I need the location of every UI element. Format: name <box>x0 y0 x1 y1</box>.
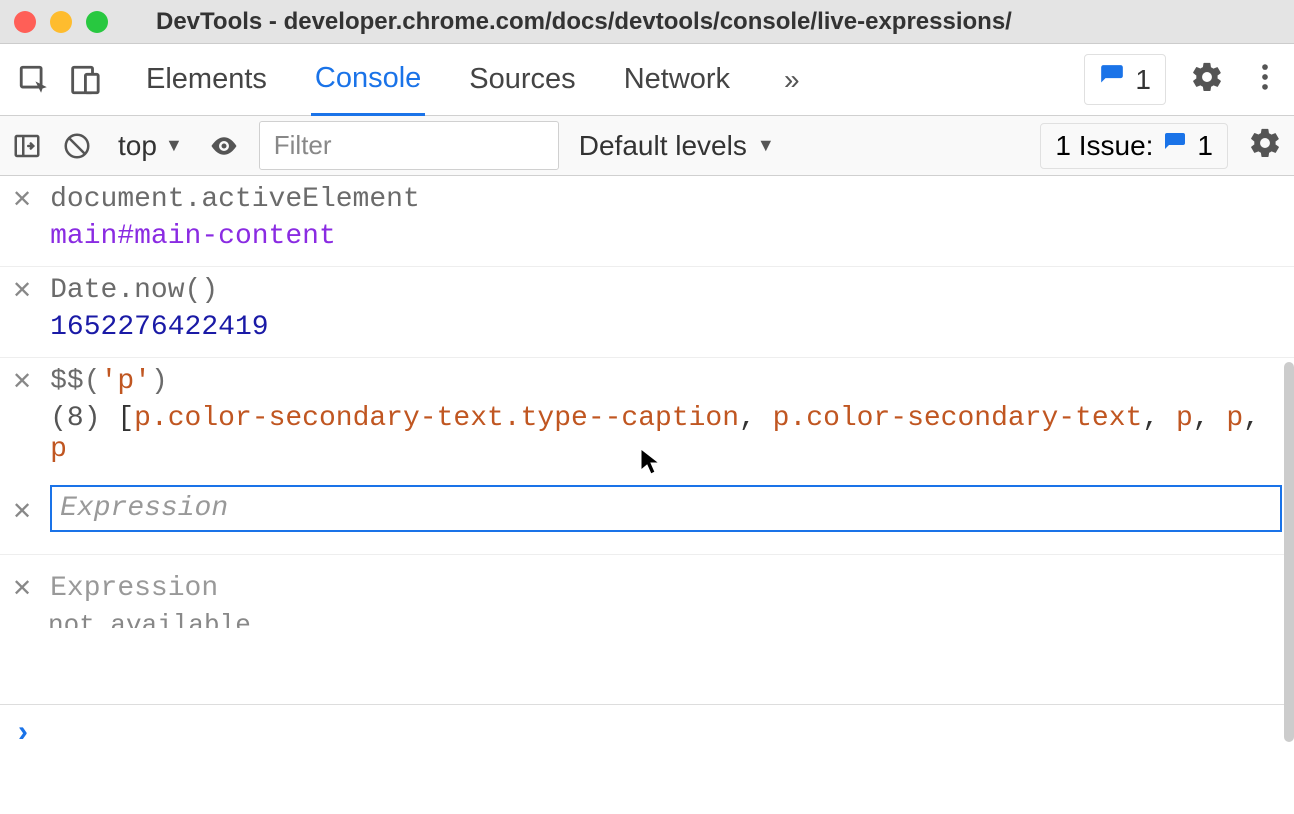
window-minimize-button[interactable] <box>50 11 72 33</box>
console-prompt[interactable]: › <box>0 704 1294 758</box>
tab-network[interactable]: Network <box>620 45 734 114</box>
issues-count: 1 <box>1197 130 1213 162</box>
console-filter-input[interactable] <box>259 121 559 170</box>
close-icon[interactable]: ✕ <box>12 573 32 603</box>
live-expression-pending-row: ✕ Expression <box>0 554 1294 610</box>
expression-source[interactable]: Date.now() <box>50 275 1282 306</box>
close-icon[interactable]: ✕ <box>12 366 32 396</box>
console-settings-icon[interactable] <box>1248 126 1282 165</box>
window-titlebar: DevTools - developer.chrome.com/docs/dev… <box>0 0 1294 44</box>
device-toolbar-icon[interactable] <box>62 58 106 102</box>
expression-result[interactable]: 1652276422419 <box>50 312 1282 343</box>
issue-icon <box>1163 130 1187 162</box>
expression-not-available: not available <box>48 610 1294 628</box>
more-tabs-icon[interactable]: » <box>774 64 810 96</box>
chevron-down-icon: ▼ <box>757 135 775 156</box>
tab-sources[interactable]: Sources <box>465 45 579 114</box>
console-toolbar: top ▼ Default levels ▼ 1 Issue: 1 <box>0 116 1294 176</box>
window-traffic-lights <box>14 11 108 33</box>
execution-context-selector[interactable]: top ▼ <box>112 130 189 162</box>
panel-tabs: Elements Console Sources Network » <box>142 44 1084 116</box>
live-expression-new-row: ✕ <box>0 479 1294 538</box>
settings-icon[interactable] <box>1190 60 1224 99</box>
live-expression-row: ✕ document.activeElement main#main-content <box>0 176 1294 267</box>
live-expression-row: ✕ Date.now() 1652276422419 <box>0 267 1294 358</box>
levels-label: Default levels <box>579 130 747 162</box>
close-icon[interactable]: ✕ <box>12 494 32 524</box>
live-expression-input[interactable] <box>50 485 1282 532</box>
issues-link-button[interactable]: 1 Issue: 1 <box>1040 123 1228 169</box>
tab-elements[interactable]: Elements <box>142 45 271 114</box>
log-levels-selector[interactable]: Default levels ▼ <box>579 130 775 162</box>
expression-source[interactable]: document.activeElement <box>50 184 1282 215</box>
tab-console[interactable]: Console <box>311 44 425 116</box>
devtools-tabbar: Elements Console Sources Network » 1 <box>0 44 1294 116</box>
expression-source[interactable]: $$('p') <box>50 366 1282 397</box>
prompt-caret-icon: › <box>18 715 28 749</box>
expression-result[interactable]: main#main-content <box>50 221 1282 252</box>
issues-label: 1 Issue: <box>1055 130 1153 162</box>
expression-placeholder-label: Expression <box>50 573 218 604</box>
window-title: DevTools - developer.chrome.com/docs/dev… <box>156 8 1012 36</box>
open-issues-button[interactable]: 1 <box>1084 54 1166 105</box>
clear-console-icon[interactable] <box>62 131 92 161</box>
chevron-down-icon: ▼ <box>165 135 183 156</box>
window-zoom-button[interactable] <box>86 11 108 33</box>
issue-icon <box>1099 63 1125 96</box>
scrollbar[interactable] <box>1284 362 1294 742</box>
close-icon[interactable]: ✕ <box>12 275 32 305</box>
window-close-button[interactable] <box>14 11 36 33</box>
context-label: top <box>118 130 157 162</box>
inspect-element-icon[interactable] <box>12 58 56 102</box>
console-body: ✕ document.activeElement main#main-content… <box>0 176 1294 814</box>
live-expression-row: ✕ $$('p') (8) [p.color-secondary-text.type… <box>0 358 1294 479</box>
toggle-console-sidebar-icon[interactable] <box>12 131 42 161</box>
expression-result[interactable]: (8) [p.color-secondary-text.type--captio… <box>50 403 1282 465</box>
kebab-menu-icon[interactable] <box>1248 60 1282 99</box>
close-icon[interactable]: ✕ <box>12 184 32 214</box>
issue-count: 1 <box>1135 64 1151 96</box>
live-expression-icon[interactable] <box>209 131 239 161</box>
